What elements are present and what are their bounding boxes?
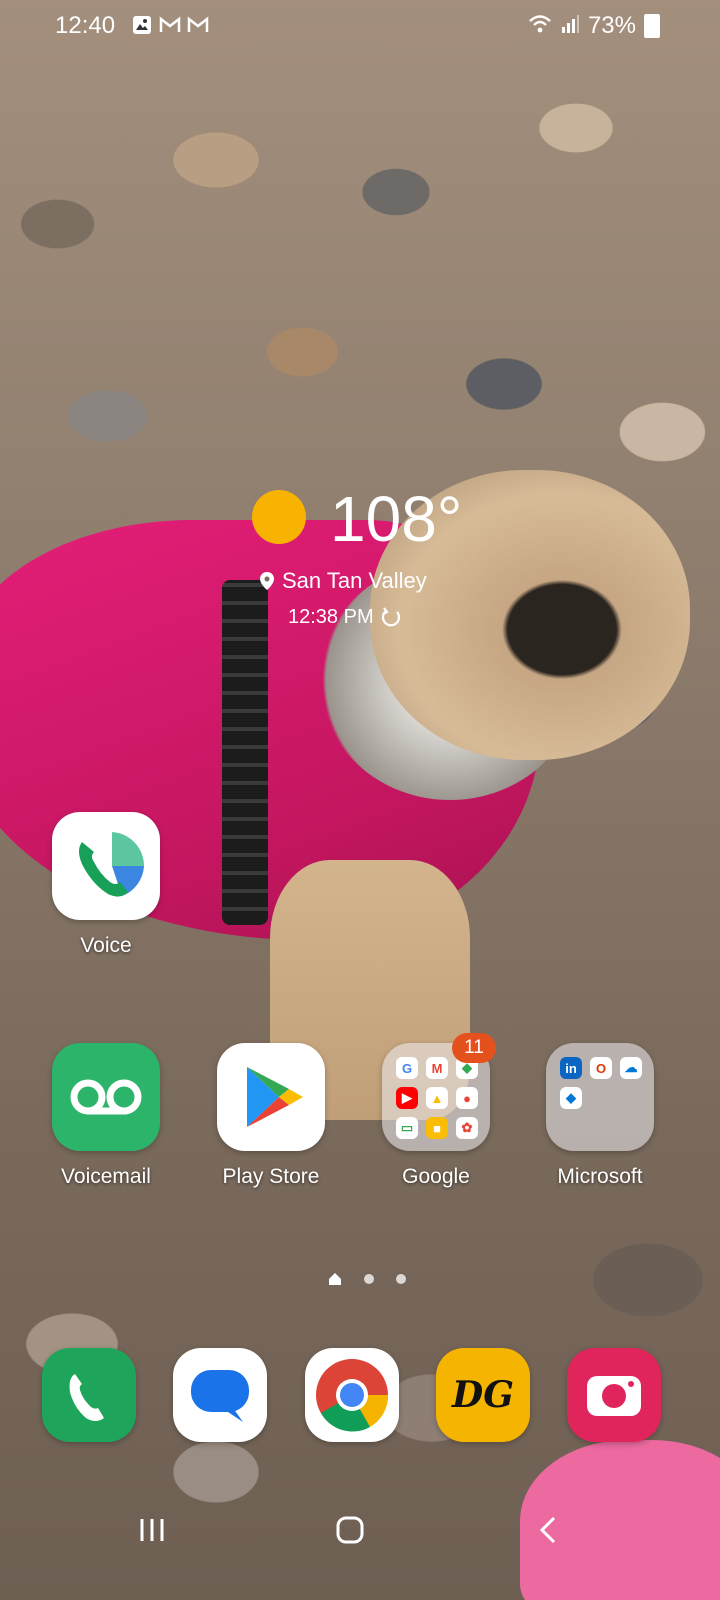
microsoft-folder-icon: in O ☁ ◆ — [546, 1043, 654, 1151]
recents-button[interactable] — [122, 1500, 182, 1560]
gmail-icon — [159, 14, 181, 36]
tv-mini-icon: ▭ — [396, 1117, 418, 1139]
photos-mini-icon: ✿ — [456, 1117, 478, 1139]
weather-temperature: 108° — [330, 483, 463, 555]
phone-icon — [69, 1374, 104, 1421]
home-button[interactable] — [320, 1500, 380, 1560]
camera-icon — [587, 1376, 641, 1416]
gallery-icon — [131, 14, 153, 36]
app-label: Voice — [80, 934, 132, 957]
navigation-bar — [0, 1500, 720, 1560]
battery-icon — [644, 14, 660, 38]
gmail-mini-icon: M — [426, 1057, 448, 1079]
messages-app[interactable] — [173, 1348, 267, 1442]
app-folder-google[interactable]: G M ◆ ▶ ▲ ● ▭ ■ ✿ 11 Google — [356, 1033, 516, 1189]
battery-percentage: 73% — [587, 12, 636, 39]
chrome-app[interactable] — [305, 1348, 399, 1442]
location-label: San Tan Valley — [282, 568, 427, 593]
play-store-icon — [217, 1043, 325, 1151]
back-button[interactable] — [518, 1500, 578, 1560]
app-label: Google — [402, 1165, 470, 1188]
app-label: Microsoft — [557, 1165, 643, 1188]
chrome-icon — [316, 1359, 389, 1432]
home-icon — [336, 1516, 364, 1544]
app-label: Voicemail — [61, 1165, 151, 1188]
app-folder-microsoft[interactable]: in O ☁ ◆ Microsoft — [520, 1043, 680, 1189]
signal-icon — [560, 14, 580, 39]
drive-mini-icon: ▲ — [426, 1087, 448, 1109]
app-play-store[interactable]: Play Store — [191, 1043, 351, 1189]
messages-icon — [191, 1370, 249, 1422]
wifi-icon — [528, 14, 552, 39]
page-dot — [364, 1274, 374, 1284]
home-page-icon — [329, 1273, 341, 1285]
linkedin-mini-icon: in — [560, 1057, 582, 1079]
status-bar[interactable]: 12:40 73% — [0, 0, 720, 52]
youtube-mini-icon: ▶ — [396, 1087, 418, 1109]
meet-mini-icon: ■ — [426, 1117, 448, 1139]
google-mini-icon: G — [396, 1057, 418, 1079]
back-icon — [539, 1516, 556, 1544]
voicemail-icon — [52, 1043, 160, 1151]
system-status: 73% — [528, 12, 660, 40]
notification-icons — [131, 14, 209, 36]
recents-icon — [140, 1519, 164, 1541]
gmail-icon — [187, 14, 209, 36]
app-voice[interactable]: Voice — [26, 812, 186, 958]
location-pin-icon — [260, 572, 274, 590]
dg-icon: DG — [452, 1374, 514, 1416]
refresh-icon[interactable] — [380, 606, 402, 629]
onedrive-mini-icon: ☁ — [620, 1057, 642, 1079]
sun-icon — [252, 490, 306, 544]
office-mini-icon: O — [590, 1057, 612, 1079]
status-time: 12:40 — [55, 12, 116, 39]
camera-app[interactable] — [567, 1348, 661, 1442]
dock: DG — [0, 1348, 720, 1444]
updated-time: 12:38 PM — [288, 606, 374, 628]
outlook-mini-icon: ◆ — [560, 1087, 582, 1109]
notification-badge: 11 — [452, 1033, 496, 1063]
phone-app[interactable] — [42, 1348, 136, 1442]
weather-location: San Tan Valley — [260, 568, 427, 594]
voice-app-icon — [52, 812, 160, 920]
yt-music-mini-icon: ● — [456, 1087, 478, 1109]
page-dot — [396, 1274, 406, 1284]
page-indicator[interactable] — [328, 1272, 406, 1286]
weather-updated: 12:38 PM — [288, 606, 402, 629]
weather-widget[interactable]: 108° San Tan Valley 12:38 PM — [252, 483, 512, 640]
app-label: Play Store — [222, 1165, 320, 1188]
app-voicemail[interactable]: Voicemail — [26, 1043, 186, 1189]
dollar-general-app[interactable]: DG — [436, 1348, 530, 1442]
